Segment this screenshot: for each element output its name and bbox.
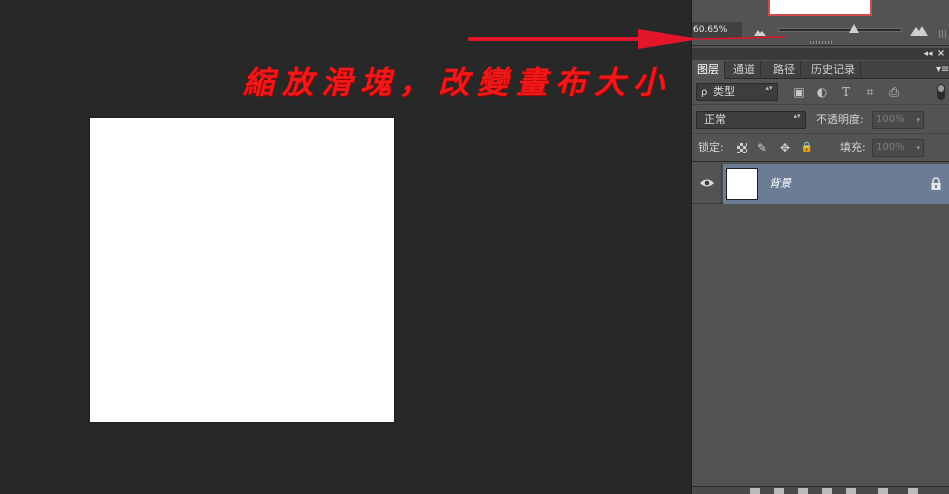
layers-bottom-toolbar bbox=[692, 486, 949, 494]
shape-filter-icon[interactable]: ⌗ bbox=[863, 86, 877, 99]
navigator-corner-grip[interactable] bbox=[939, 30, 947, 38]
opacity-value: 100% bbox=[876, 114, 905, 125]
layer-filter-row: ρ 类型 ▴▾ ▣ ◐ T ⌗ ⎙ bbox=[692, 79, 949, 105]
tab-layers[interactable]: 图层 bbox=[692, 61, 725, 79]
new-group-icon[interactable] bbox=[846, 488, 856, 494]
opacity-label: 不透明度: bbox=[816, 113, 864, 126]
layer-row[interactable]: 背景 bbox=[692, 164, 949, 204]
navigator-preview bbox=[770, 0, 870, 14]
adjustment-filter-icon[interactable]: ◐ bbox=[815, 86, 829, 99]
layer-mask-icon[interactable] bbox=[798, 488, 808, 494]
chevron-down-icon: ▾ bbox=[916, 116, 920, 124]
adjustment-layer-icon[interactable] bbox=[822, 488, 832, 494]
layer-thumbnail[interactable] bbox=[726, 168, 758, 200]
link-layers-icon[interactable] bbox=[750, 488, 760, 494]
filter-kind-label: 类型 bbox=[713, 85, 735, 98]
lock-all-icon[interactable]: 🔒 bbox=[800, 141, 814, 155]
filter-kind-select[interactable]: ρ 类型 ▴▾ bbox=[696, 83, 778, 101]
photoshop-workspace: 縮放滑塊，改變畫布大小 60.65% ◂◂ × 图层 通道 路径 历史记录 ▾≡… bbox=[0, 0, 949, 494]
layer-lock-icon bbox=[931, 177, 941, 190]
zoom-in-mountain-icon[interactable] bbox=[910, 24, 928, 36]
image-filter-icon[interactable]: ▣ bbox=[792, 86, 806, 99]
annotation-text: 縮放滑塊，改變畫布大小 bbox=[243, 65, 672, 101]
lock-position-move-icon[interactable]: ✥ bbox=[778, 141, 792, 155]
close-panel-icon[interactable]: × bbox=[935, 48, 947, 60]
zoom-slider-thumb[interactable] bbox=[849, 24, 859, 33]
text-filter-icon[interactable]: T bbox=[839, 86, 853, 99]
tab-history[interactable]: 历史记录 bbox=[806, 61, 861, 79]
blend-opacity-row: 正常 ▴▾ 不透明度: 100% ▾ bbox=[692, 106, 949, 134]
lock-transparent-icon[interactable] bbox=[737, 143, 747, 153]
layers-panel-tabs: 图层 通道 路径 历史记录 ▾≡ bbox=[692, 61, 949, 79]
smart-object-filter-icon[interactable]: ⎙ bbox=[887, 86, 901, 99]
delete-layer-icon[interactable] bbox=[908, 488, 918, 494]
lock-paint-brush-icon[interactable]: ✎ bbox=[755, 141, 769, 155]
layer-selected-area[interactable]: 背景 bbox=[723, 164, 949, 204]
eye-icon bbox=[700, 179, 714, 187]
tab-channels[interactable]: 通道 bbox=[728, 61, 761, 79]
annotation-arrow bbox=[468, 29, 787, 49]
lock-label: 锁定: bbox=[698, 141, 724, 154]
right-panel: 60.65% ◂◂ × 图层 通道 路径 历史记录 ▾≡ ρ 类型 ▴▾ ▣ ◐… bbox=[691, 0, 949, 494]
navigator-proxy-view[interactable] bbox=[768, 0, 872, 16]
layer-name[interactable]: 背景 bbox=[769, 176, 791, 192]
blend-mode-value: 正常 bbox=[704, 113, 726, 126]
fill-field[interactable]: 100% ▾ bbox=[872, 139, 924, 157]
search-icon: ρ bbox=[701, 87, 708, 98]
zoom-slider[interactable] bbox=[778, 24, 902, 33]
updown-arrows-icon: ▴▾ bbox=[765, 84, 773, 92]
document-canvas[interactable] bbox=[90, 118, 394, 422]
chevron-down-icon: ▾ bbox=[916, 144, 920, 152]
layer-visibility-toggle[interactable] bbox=[692, 164, 722, 204]
layer-style-icon[interactable] bbox=[774, 488, 784, 494]
blend-mode-select[interactable]: 正常 ▴▾ bbox=[696, 111, 806, 129]
filter-toggle-switch[interactable] bbox=[937, 84, 945, 100]
opacity-field[interactable]: 100% ▾ bbox=[872, 111, 924, 129]
fill-label: 填充: bbox=[840, 141, 866, 154]
new-layer-icon[interactable] bbox=[878, 488, 888, 494]
navigator-resize-grip[interactable] bbox=[810, 41, 832, 44]
fill-value: 100% bbox=[876, 142, 905, 153]
collapse-panels-icon[interactable]: ◂◂ bbox=[922, 48, 934, 60]
tab-paths[interactable]: 路径 bbox=[768, 61, 801, 79]
updown-arrows-icon: ▴▾ bbox=[793, 112, 801, 120]
lock-fill-row: 锁定: ✎ ✥ 🔒 填充: 100% ▾ bbox=[692, 134, 949, 162]
panel-menu-icon[interactable]: ▾≡ bbox=[936, 64, 949, 76]
